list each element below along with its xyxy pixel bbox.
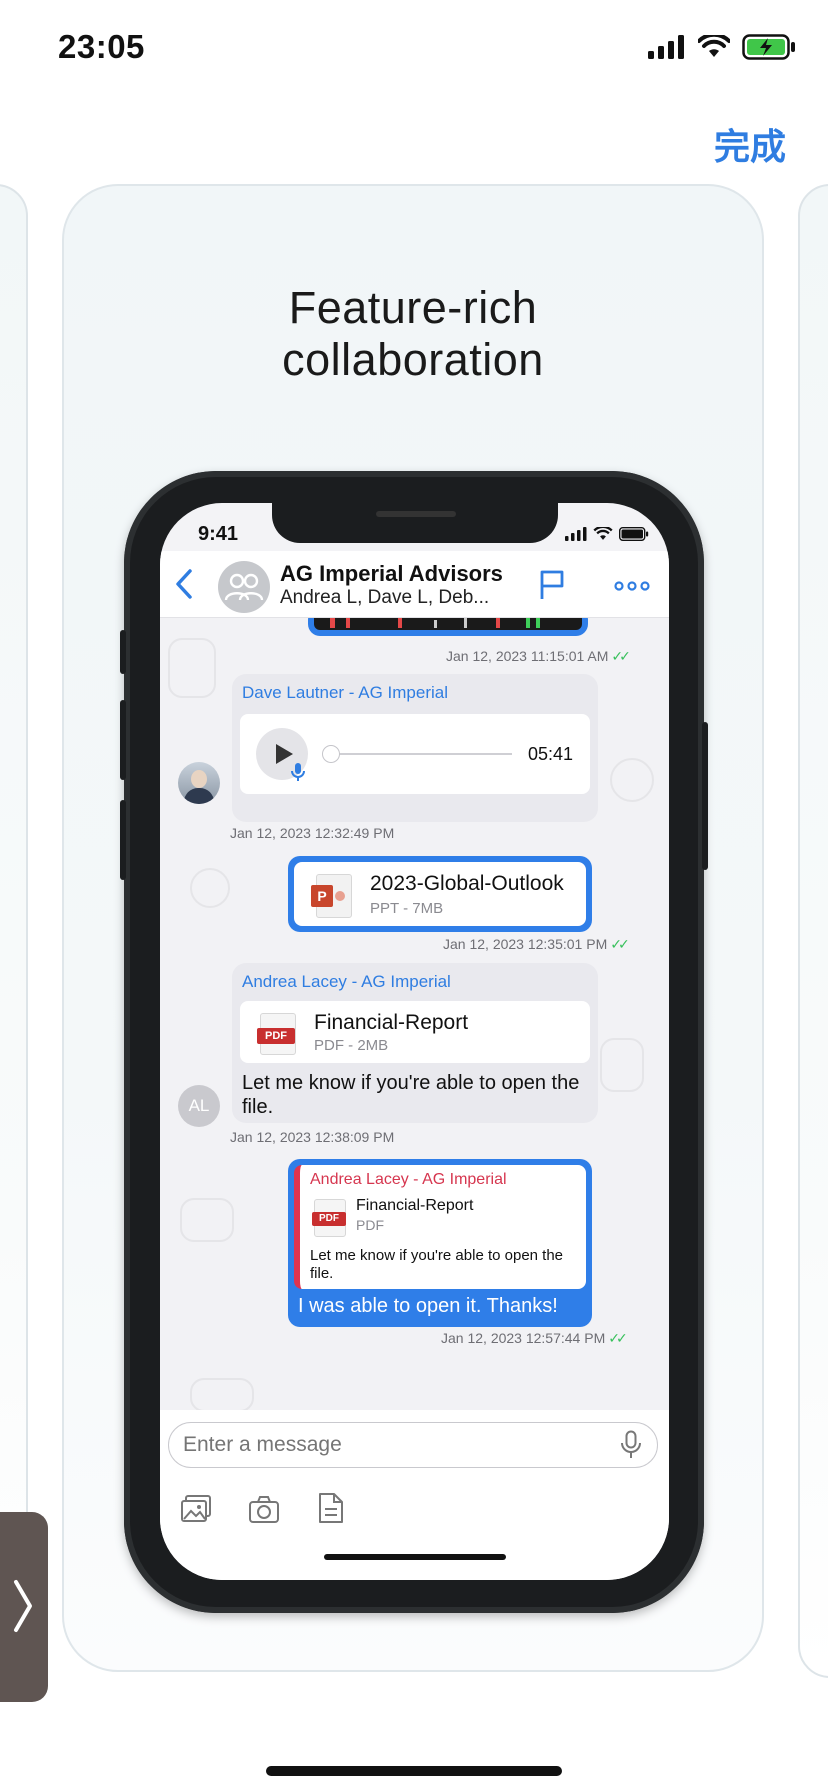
audio-duration: 05:41 xyxy=(528,744,574,764)
file-attachment[interactable]: P 2023-Global-Outlook PPT - 7MB xyxy=(294,862,586,926)
message-timestamp: Jan 12, 2023 12:32:49 PM xyxy=(230,825,395,841)
status-time: 23:05 xyxy=(58,28,145,65)
next-chevron-icon xyxy=(14,1580,32,1632)
quoted-text: Let me know if you're able to open the f… xyxy=(310,1247,564,1282)
background-doodle xyxy=(190,868,230,908)
chart-image-preview xyxy=(314,618,582,630)
gallery-icon[interactable] xyxy=(180,1494,212,1524)
message-timestamp: Jan 12, 2023 12:38:09 PM xyxy=(230,1129,395,1145)
file-name: Financial-Report xyxy=(314,1011,469,1034)
chat-participants[interactable]: Andrea L, Dave L, Deb... xyxy=(280,587,518,609)
outgoing-file-message[interactable]: P 2023-Global-Outlook PPT - 7MB xyxy=(288,856,592,932)
file-meta: PDF - 2MB xyxy=(314,1037,389,1054)
card-headline: Feature-rich collaboration xyxy=(64,282,762,386)
headline-line-2: collaboration xyxy=(282,334,544,385)
pdf-file-icon: PDF xyxy=(312,1199,346,1237)
incoming-voice-message[interactable]: Dave Lautner - AG Imperial 05:41 xyxy=(232,674,598,822)
power-button xyxy=(702,722,708,870)
done-button[interactable]: 完成 xyxy=(714,118,786,170)
message-input[interactable] xyxy=(168,1422,658,1468)
phone-screen: 9:41 AG Imperial Advisors Andrea L, Dave… xyxy=(160,503,669,1580)
file-attachment[interactable]: PDF Financial-Report PDF - 2MB xyxy=(240,1001,590,1063)
next-screenshot-handle[interactable] xyxy=(0,1512,48,1702)
message-text: I was able to open it. Thanks! xyxy=(298,1295,558,1317)
message-timestamp: Jan 12, 2023 11:15:01 AM ✓✓ xyxy=(446,648,631,664)
message-sender: Dave Lautner - AG Imperial xyxy=(242,683,448,702)
phone-notch xyxy=(272,503,558,543)
more-icon[interactable] xyxy=(614,581,650,591)
play-button[interactable] xyxy=(256,728,308,781)
sender-avatar[interactable]: AL xyxy=(178,1085,220,1127)
volume-up-button xyxy=(120,700,126,780)
phone-home-indicator xyxy=(324,1554,506,1560)
signal-icon xyxy=(565,527,587,541)
audio-progress-track[interactable] xyxy=(326,753,512,755)
wifi-icon xyxy=(698,35,730,57)
battery-charging-icon xyxy=(742,34,795,60)
audio-scrubber-handle[interactable] xyxy=(322,745,340,763)
message-sender: Andrea Lacey - AG Imperial xyxy=(242,972,451,991)
background-doodle xyxy=(190,1378,254,1410)
status-icons xyxy=(648,34,796,60)
read-ticks-icon: ✓✓ xyxy=(610,936,630,952)
chat-header: AG Imperial Advisors Andrea L, Dave L, D… xyxy=(160,551,669,618)
home-indicator xyxy=(266,1766,562,1776)
message-timestamp: Jan 12, 2023 12:35:01 PM ✓✓ xyxy=(443,936,630,952)
signal-icon xyxy=(648,35,684,59)
quoted-file-name: Financial-Report xyxy=(356,1197,474,1214)
volume-down-button xyxy=(120,800,126,880)
battery-icon xyxy=(619,527,649,541)
quoted-message[interactable]: Andrea Lacey - AG Imperial PDF Financial… xyxy=(294,1165,586,1289)
status-bar: 23:05 xyxy=(0,0,828,100)
phone-status-time: 9:41 xyxy=(198,523,239,545)
ppt-file-icon: P xyxy=(311,874,352,918)
quoted-sender: Andrea Lacey - AG Imperial xyxy=(310,1171,507,1188)
chat-thread[interactable]: Jan 12, 2023 11:15:01 AM ✓✓ Dave Lautner … xyxy=(160,618,669,1410)
wifi-icon xyxy=(593,527,613,540)
sender-avatar[interactable] xyxy=(178,762,220,804)
phone-status-icons xyxy=(565,527,649,541)
background-doodle xyxy=(168,638,216,698)
mic-icon[interactable] xyxy=(620,1430,642,1460)
back-chevron-icon[interactable] xyxy=(172,567,198,601)
background-doodle xyxy=(610,758,654,802)
background-doodle xyxy=(600,1038,644,1092)
incoming-file-message[interactable]: Andrea Lacey - AG Imperial PDF Financial… xyxy=(232,963,598,1123)
read-ticks-icon: ✓✓ xyxy=(611,648,631,664)
document-icon[interactable] xyxy=(318,1492,344,1524)
file-name: 2023-Global-Outlook xyxy=(370,872,564,895)
audio-player: 05:41 xyxy=(240,714,590,794)
outgoing-reply-message[interactable]: Andrea Lacey - AG Imperial PDF Financial… xyxy=(288,1159,592,1327)
mic-icon xyxy=(291,763,305,781)
message-timestamp: Jan 12, 2023 12:57:44 PM ✓✓ xyxy=(441,1330,628,1346)
group-avatar-icon[interactable] xyxy=(218,561,270,613)
file-meta: PPT - 7MB xyxy=(370,900,444,917)
chat-title[interactable]: AG Imperial Advisors xyxy=(280,561,503,587)
previous-screenshot-card[interactable] xyxy=(0,184,28,1678)
camera-icon[interactable] xyxy=(248,1494,280,1524)
next-screenshot-card[interactable] xyxy=(798,184,828,1678)
headline-line-1: Feature-rich xyxy=(288,282,538,333)
flag-icon[interactable] xyxy=(538,569,566,601)
pdf-file-icon: PDF xyxy=(257,1013,296,1055)
read-ticks-icon: ✓✓ xyxy=(608,1330,628,1346)
mute-switch xyxy=(120,630,126,674)
background-doodle xyxy=(180,1198,234,1242)
outgoing-image-message[interactable] xyxy=(308,618,588,636)
quoted-file-meta: PDF xyxy=(356,1217,384,1233)
message-text: Let me know if you're able to open the f… xyxy=(242,1072,580,1118)
